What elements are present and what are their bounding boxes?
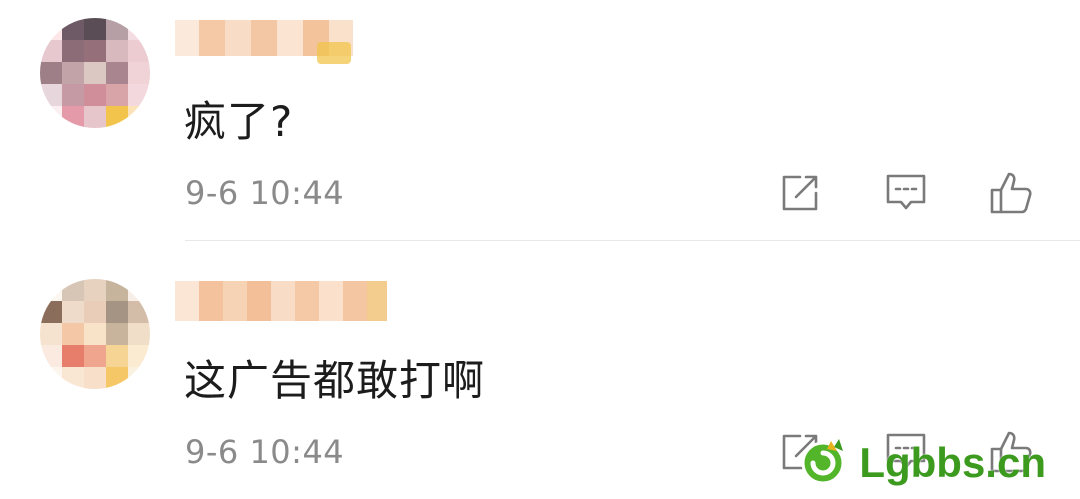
username-blurred[interactable] bbox=[175, 281, 387, 321]
watermark-text: Lgbbs.cn bbox=[859, 439, 1046, 486]
avatar[interactable] bbox=[40, 18, 150, 128]
comment-time: 9-6 10:44 bbox=[185, 174, 345, 212]
comment-item: 疯了? 9-6 10:44 bbox=[0, 0, 1080, 240]
watermark: Lgbbs.cn bbox=[799, 435, 1046, 491]
avatar[interactable] bbox=[40, 279, 150, 389]
watermark-logo-icon bbox=[799, 435, 851, 491]
comment-text: 这广告都敢打啊 bbox=[184, 356, 486, 405]
comment-time: 9-6 10:44 bbox=[185, 433, 345, 471]
comment-actions bbox=[772, 168, 1040, 218]
comment-text: 疯了? bbox=[184, 97, 294, 146]
thumbs-up-icon[interactable] bbox=[984, 168, 1040, 218]
level-badge bbox=[317, 42, 351, 64]
comment-icon[interactable] bbox=[878, 168, 934, 218]
share-icon[interactable] bbox=[772, 168, 828, 218]
